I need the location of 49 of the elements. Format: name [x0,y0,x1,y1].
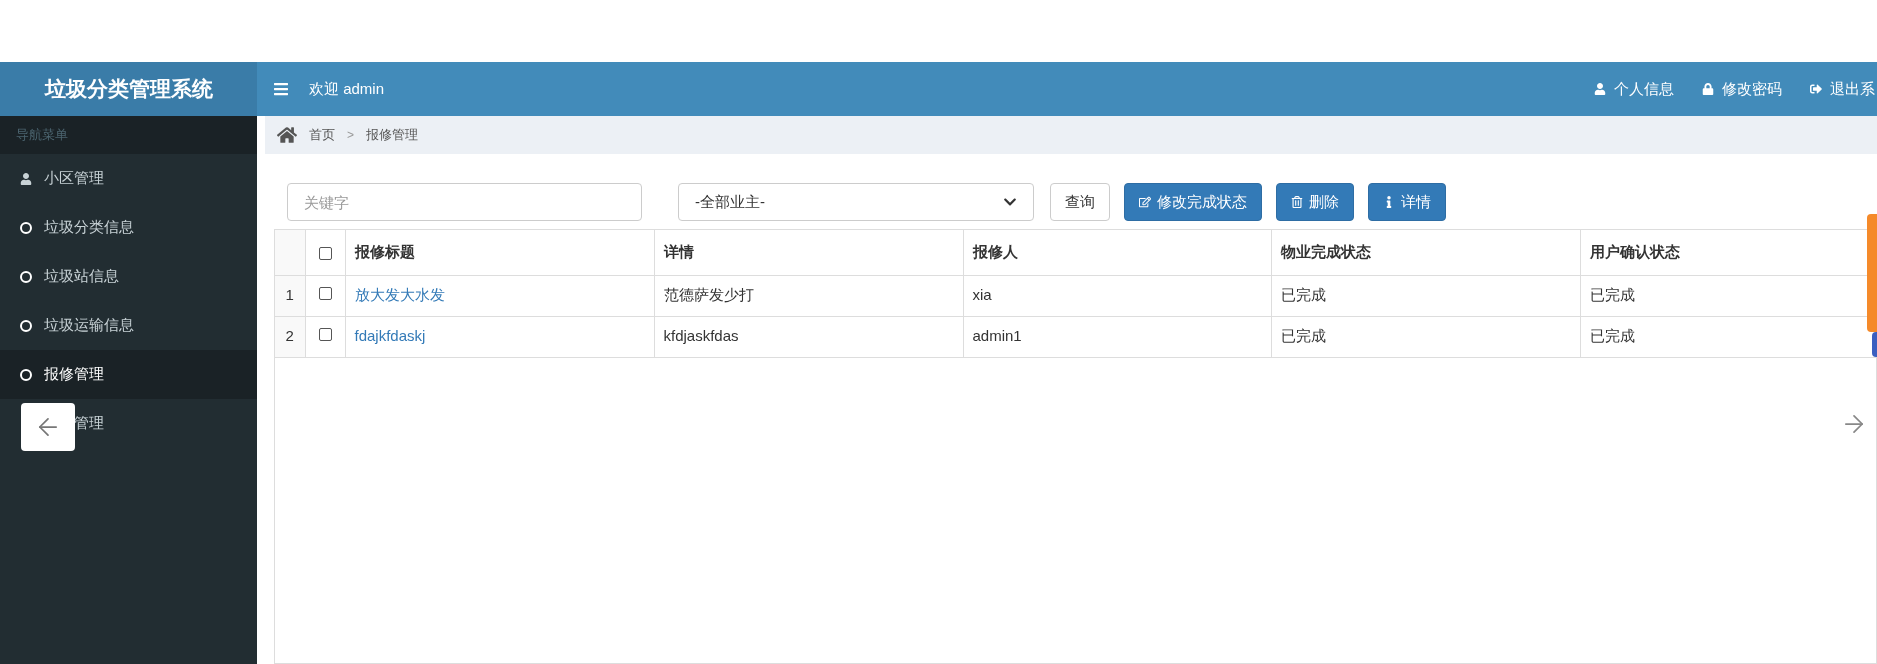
repair-title-link[interactable]: 放大发大水发 [354,286,445,304]
row-number: 2 [275,316,305,357]
back-button[interactable] [21,403,75,451]
edit-icon [1139,196,1151,208]
table-cell: admin1 [972,327,1022,345]
app-title: 垃圾分类管理系统 [0,62,257,116]
row-checkbox[interactable] [318,286,332,300]
user-icon [20,172,32,185]
welcome-text: 欢迎 admin [309,78,385,99]
sidebar-item[interactable]: 报修管理 [0,350,257,399]
table-cell: 范德萨发少打 [663,286,754,304]
header-link[interactable]: 退出系 [1810,77,1875,101]
sidebar-item[interactable]: 小区管理 [0,154,257,203]
table-cell: xia [972,286,992,304]
column-header: 报修标题 [345,230,654,275]
lock-icon [1702,83,1714,95]
owner-select[interactable]: -全部业主- [678,183,1034,221]
breadcrumb-link[interactable]: 报修管理 [366,125,418,145]
sidebar-item[interactable]: 垃圾分类信息 [0,203,257,252]
toolbar-button[interactable]: 详情 [1368,183,1446,221]
trash-icon [1291,196,1303,208]
column-header: 物业完成状态 [1271,230,1580,275]
sidebar-heading: 导航菜单 [16,126,68,145]
logout-icon [1810,83,1822,95]
table-cell: kfdjaskfdas [663,327,739,345]
user-icon [1594,83,1606,95]
menu-icon[interactable] [273,81,289,97]
table-cell: 已完成 [1589,286,1635,304]
table-cell: 已完成 [1280,286,1326,304]
sidebar-item[interactable]: 垃圾运输信息 [0,301,257,350]
breadcrumb-separator: > [347,127,354,144]
column-header: 详情 [654,230,963,275]
toolbar-button[interactable]: 查询 [1050,183,1110,221]
toolbar-button[interactable]: 修改完成状态 [1124,183,1262,221]
table-cell: 已完成 [1280,327,1326,345]
column-header: 报修人 [963,230,1271,275]
header-link[interactable]: 个人信息 [1594,77,1674,101]
row-number: 1 [275,275,305,316]
table-cell: 已完成 [1589,327,1635,345]
repair-title-link[interactable]: fdajkfdaskj [354,327,426,345]
toolbar-button[interactable]: 删除 [1276,183,1354,221]
sidebar-item[interactable]: 垃圾站信息 [0,252,257,301]
sidebar-item[interactable]: 管理 [0,399,257,448]
select-all-checkbox[interactable] [318,246,332,260]
search-field[interactable]: 关键字 [287,183,642,221]
home-icon[interactable] [277,125,297,145]
row-checkbox[interactable] [318,327,332,341]
header-link[interactable]: 修改密码 [1702,77,1782,101]
breadcrumb-link[interactable]: 首页 [309,125,335,145]
